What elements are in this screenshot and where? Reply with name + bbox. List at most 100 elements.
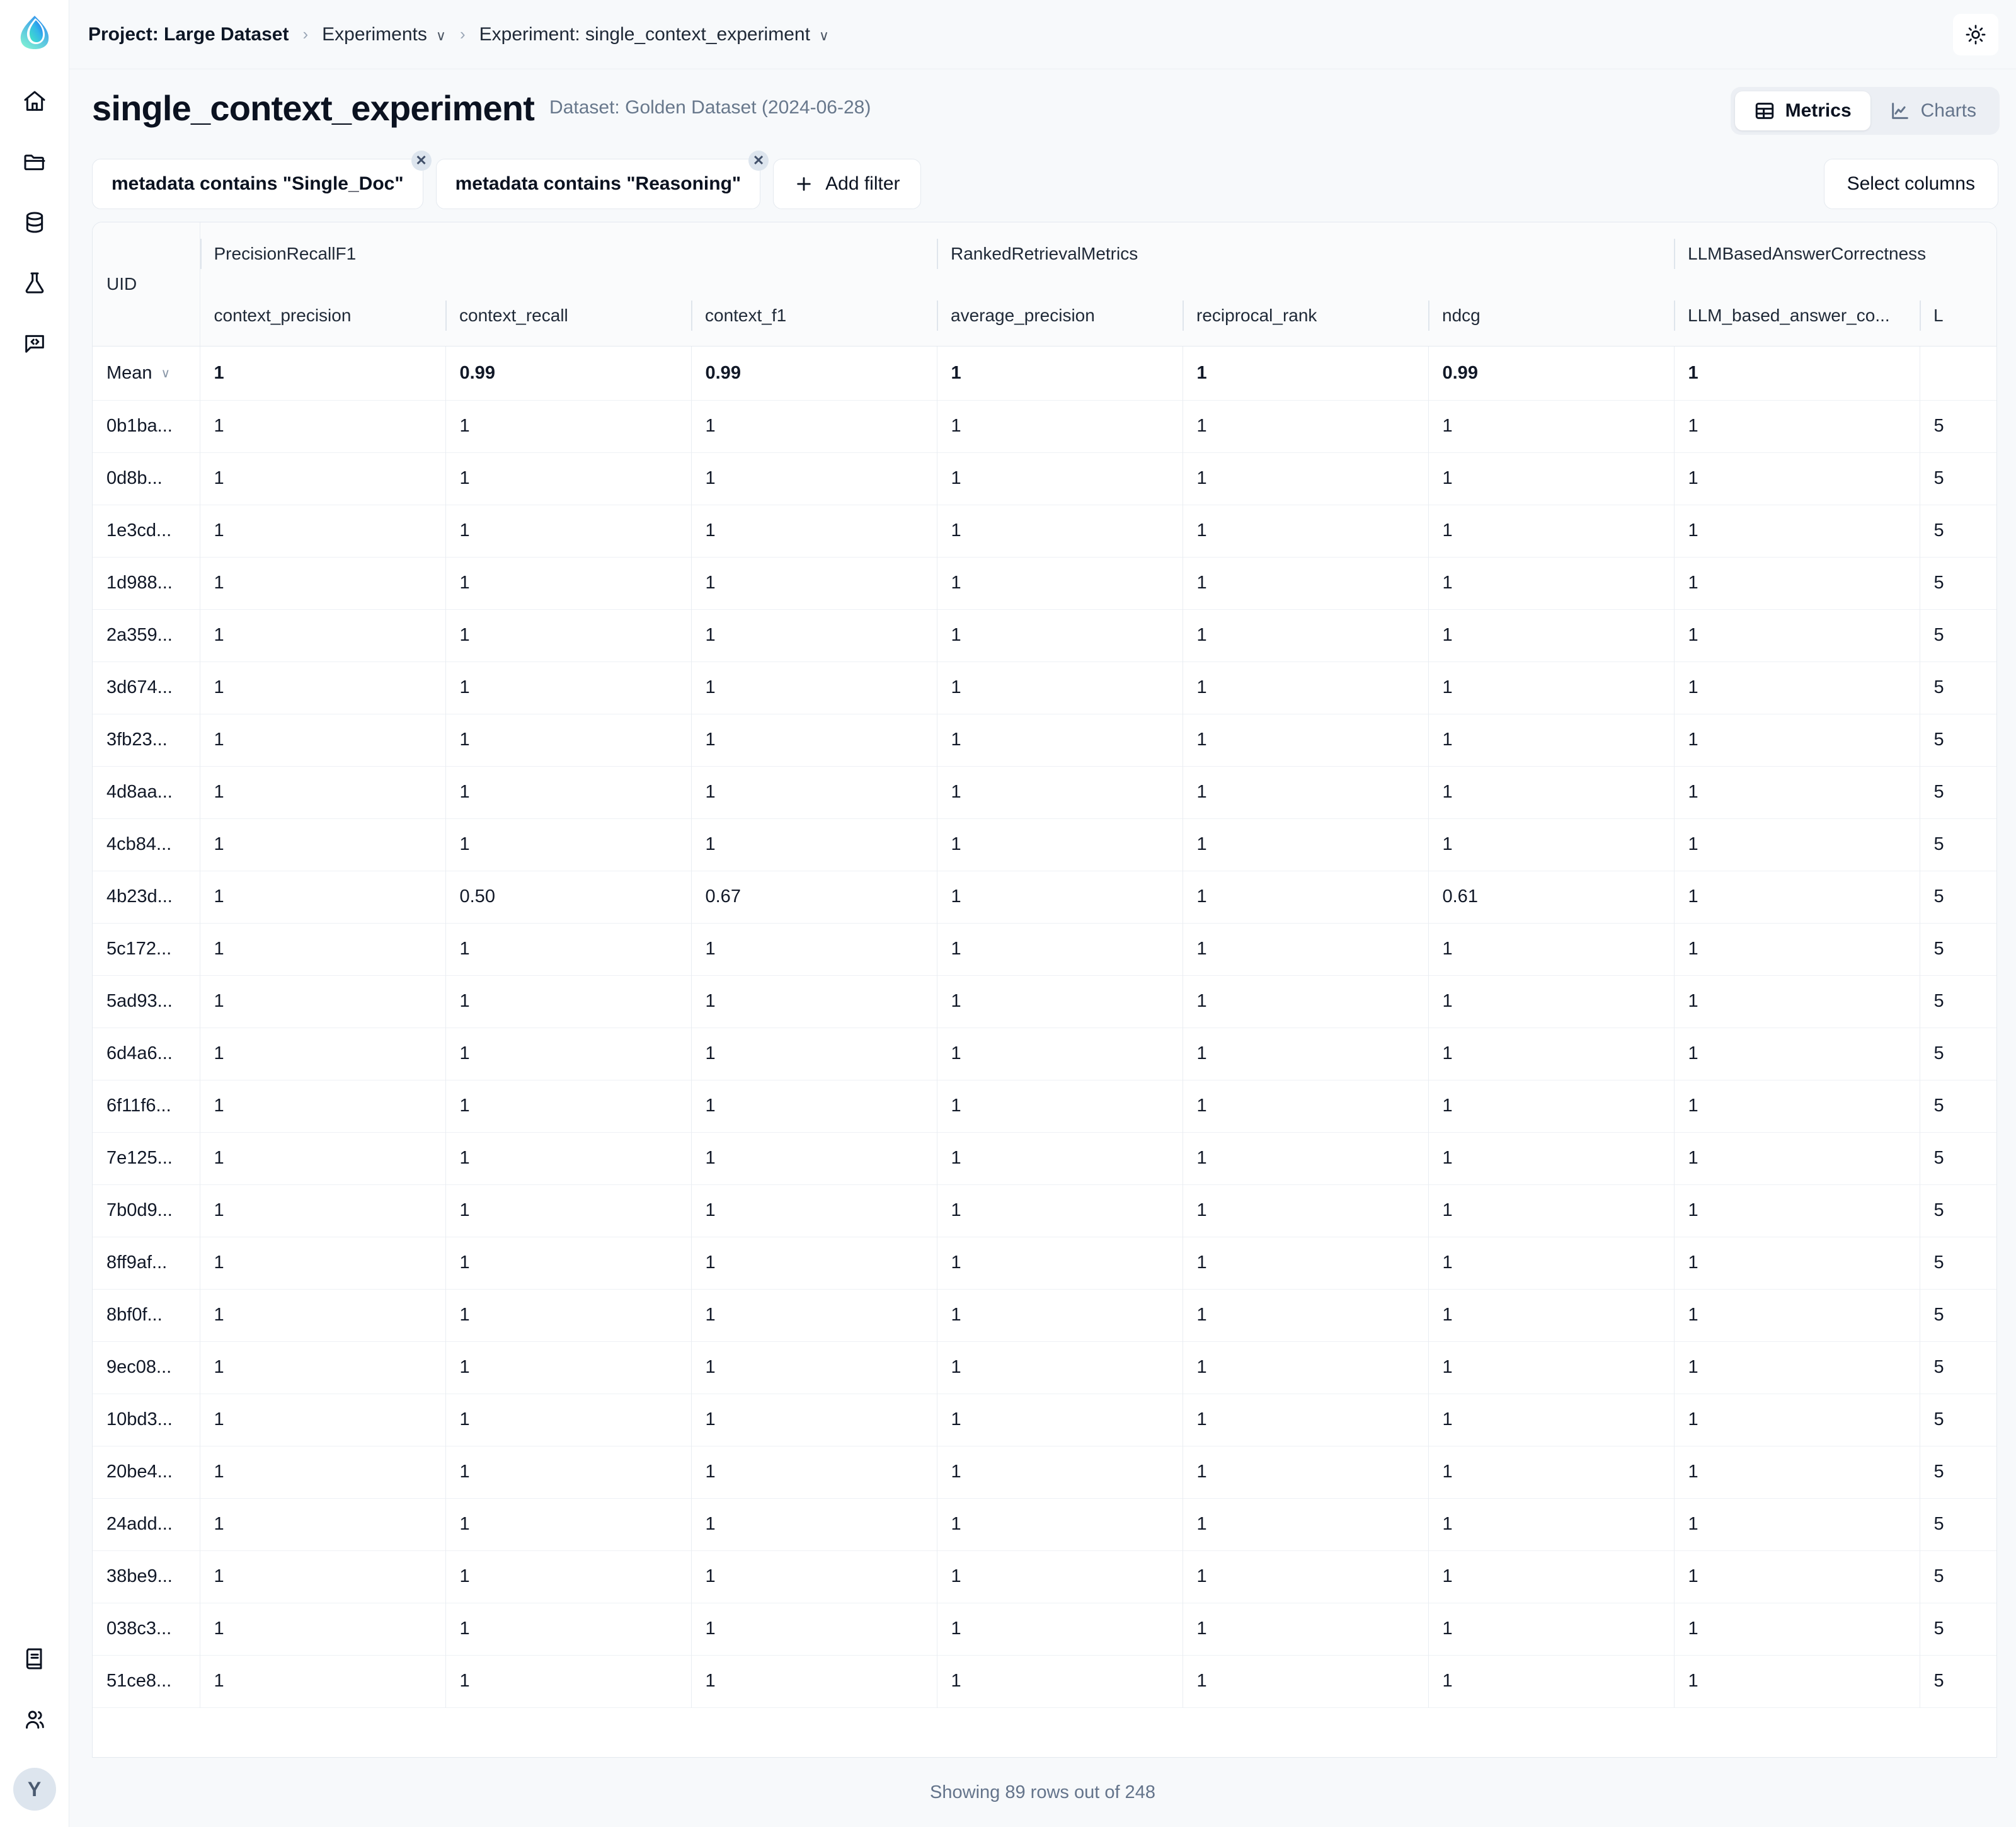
table-cell: 1	[1182, 923, 1428, 975]
table-row[interactable]: 9ec08... 1 1 1 1 1 1 1 5	[93, 1341, 1996, 1394]
sidebar-item-experiments[interactable]	[11, 260, 58, 306]
table-row[interactable]: 0b1ba... 1 1 1 1 1 1 1 5	[93, 400, 1996, 452]
table-row[interactable]: 2a359... 1 1 1 1 1 1 1 5	[93, 609, 1996, 662]
phoenix-logo-icon[interactable]	[11, 9, 58, 55]
table-row[interactable]: 51ce8... 1 1 1 1 1 1 1 5	[93, 1655, 1996, 1707]
sidebar-item-home[interactable]	[11, 78, 58, 125]
table-cell: 1	[1673, 871, 1920, 923]
table-cell-uid[interactable]: 6d4a6...	[93, 1028, 200, 1080]
table-row[interactable]: 6f11f6... 1 1 1 1 1 1 1 5	[93, 1080, 1996, 1132]
table-cell: 1	[690, 662, 937, 714]
metrics-table-container[interactable]: UID PrecisionRecallF1 RankedRetrievalMet…	[92, 222, 1997, 1758]
table-cell: 1	[445, 1550, 691, 1603]
breadcrumb-experiments[interactable]: Experiments ∨	[322, 24, 446, 45]
table-row[interactable]: 1e3cd... 1 1 1 1 1 1 1 5	[93, 505, 1996, 557]
table-row[interactable]: 5ad93... 1 1 1 1 1 1 1 5	[93, 975, 1996, 1028]
table-cell-uid[interactable]: 5c172...	[93, 923, 200, 975]
table-cell: 1	[1182, 1498, 1428, 1550]
column-header-uid[interactable]: UID	[93, 222, 200, 346]
close-circle-icon[interactable]: ✕	[748, 151, 769, 171]
tab-charts[interactable]: Charts	[1870, 91, 1995, 130]
table-cell-uid[interactable]: 24add...	[93, 1498, 200, 1550]
table-row[interactable]: 24add... 1 1 1 1 1 1 1 5	[93, 1498, 1996, 1550]
table-cell-uid[interactable]: 8bf0f...	[93, 1289, 200, 1341]
sidebar-item-people[interactable]	[11, 1696, 58, 1743]
filter-chip[interactable]: metadata contains "Reasoning" ✕	[435, 151, 769, 209]
close-circle-icon[interactable]: ✕	[411, 151, 432, 171]
table-cell: 1	[1673, 975, 1920, 1028]
table-row[interactable]: 7e125... 1 1 1 1 1 1 1 5	[93, 1132, 1996, 1184]
table-cell-uid[interactable]: 3d674...	[93, 662, 200, 714]
table-row[interactable]: 8bf0f... 1 1 1 1 1 1 1 5	[93, 1289, 1996, 1341]
tab-metrics[interactable]: Metrics	[1734, 91, 1870, 130]
table-row[interactable]: 0d8b... 1 1 1 1 1 1 1 5	[93, 452, 1996, 505]
column-group-llmbasedanswercorrectness: LLMBasedAnswerCorrectness	[1674, 222, 1996, 285]
table-row[interactable]: 5c172... 1 1 1 1 1 1 1 5	[93, 923, 1996, 975]
table-cell-uid[interactable]: 4cb84...	[93, 818, 200, 871]
table-row[interactable]: 3d674... 1 1 1 1 1 1 1 5	[93, 662, 1996, 714]
column-header-context-precision[interactable]: context_precision	[200, 285, 445, 346]
table-row[interactable]: 4b23d... 1 0.50 0.67 1 1 0.61 1 5	[93, 871, 1996, 923]
table-cell: 0.99	[1428, 346, 1675, 400]
column-header-average-precision[interactable]: average_precision	[937, 285, 1183, 346]
table-row[interactable]: 1d988... 1 1 1 1 1 1 1 5	[93, 557, 1996, 609]
breadcrumb-project[interactable]: Project: Large Dataset	[88, 24, 289, 45]
sidebar-item-projects[interactable]	[11, 139, 58, 185]
column-header-context-f1[interactable]: context_f1	[691, 285, 937, 346]
table-row[interactable]: 3fb23... 1 1 1 1 1 1 1 5	[93, 714, 1996, 766]
table-cell-uid[interactable]: 1e3cd...	[93, 505, 200, 557]
sidebar-item-docs[interactable]	[11, 1635, 58, 1682]
table-cell-uid[interactable]: 0b1ba...	[93, 400, 200, 452]
table-cell-uid[interactable]: 0d8b...	[93, 452, 200, 505]
table-cell: 1	[1428, 975, 1675, 1028]
table-cell-uid[interactable]: 10bd3...	[93, 1394, 200, 1446]
sidebar-item-prompts[interactable]	[11, 320, 58, 367]
table-row[interactable]: 10bd3... 1 1 1 1 1 1 1 5	[93, 1394, 1996, 1446]
table-cell: 1	[1182, 1184, 1428, 1237]
table-cell-uid[interactable]: 4b23d...	[93, 871, 200, 923]
filter-chip[interactable]: metadata contains "Single_Doc" ✕	[92, 151, 432, 209]
select-columns-button[interactable]: Select columns	[1823, 159, 1998, 209]
table-row[interactable]: 6d4a6... 1 1 1 1 1 1 1 5	[93, 1028, 1996, 1080]
table-row-mean[interactable]: Mean ∨ 1 0.99 0.99 1 1 0.99 1	[93, 346, 1996, 400]
sidebar-item-datasets[interactable]	[11, 199, 58, 246]
table-cell-uid[interactable]: 1d988...	[93, 557, 200, 609]
table-cell-uid[interactable]: 9ec08...	[93, 1341, 200, 1394]
table-cell-uid[interactable]: 7b0d9...	[93, 1184, 200, 1237]
mean-row-label-cell[interactable]: Mean ∨	[93, 346, 200, 400]
table-cell-uid[interactable]: 2a359...	[93, 609, 200, 662]
table-cell-uid[interactable]: 4d8aa...	[93, 766, 200, 818]
column-header-reciprocal-rank[interactable]: reciprocal_rank	[1183, 285, 1428, 346]
table-cell-uid[interactable]: 3fb23...	[93, 714, 200, 766]
column-header-llm-truncated[interactable]: L	[1920, 285, 1996, 346]
table-row[interactable]: 038c3... 1 1 1 1 1 1 1 5	[93, 1603, 1996, 1655]
table-row[interactable]: 8ff9af... 1 1 1 1 1 1 1 5	[93, 1237, 1996, 1289]
table-cell-uid[interactable]: 5ad93...	[93, 975, 200, 1028]
table-cell-uid[interactable]: 7e125...	[93, 1132, 200, 1184]
table-cell-uid[interactable]: 38be9...	[93, 1550, 200, 1603]
column-header-ndcg[interactable]: ndcg	[1428, 285, 1675, 346]
table-cell: 5	[1919, 1446, 1996, 1498]
table-row[interactable]: 7b0d9... 1 1 1 1 1 1 1 5	[93, 1184, 1996, 1237]
table-row[interactable]: 4d8aa... 1 1 1 1 1 1 1 5	[93, 766, 1996, 818]
table-cell-uid[interactable]: 8ff9af...	[93, 1237, 200, 1289]
theme-toggle-button[interactable]	[1953, 14, 1998, 55]
breadcrumb-experiment[interactable]: Experiment: single_context_experiment ∨	[479, 24, 829, 45]
table-row[interactable]: 20be4... 1 1 1 1 1 1 1 5	[93, 1446, 1996, 1498]
table-cell: 1	[214, 677, 224, 697]
table-row[interactable]: 38be9... 1 1 1 1 1 1 1 5	[93, 1550, 1996, 1603]
mean-aggregation-selector[interactable]: Mean ∨	[106, 363, 170, 384]
table-cell: 1	[445, 1446, 691, 1498]
table-cell-uid[interactable]: 20be4...	[93, 1446, 200, 1498]
table-cell-uid[interactable]: 51ce8...	[93, 1655, 200, 1707]
table-row[interactable]: 4cb84... 1 1 1 1 1 1 1 5	[93, 818, 1996, 871]
column-header-llm-based-answer-correctness[interactable]: LLM_based_answer_co...	[1674, 285, 1920, 346]
tab-charts-label: Charts	[1920, 100, 1976, 121]
table-cell: 1	[690, 1289, 937, 1341]
avatar[interactable]: Y	[13, 1768, 56, 1811]
table-cell-uid[interactable]: 038c3...	[93, 1603, 200, 1655]
table-cell-uid[interactable]: 6f11f6...	[93, 1080, 200, 1132]
column-header-context-recall[interactable]: context_recall	[445, 285, 691, 346]
table-cell: 1	[690, 818, 937, 871]
add-filter-button[interactable]: Add filter	[773, 159, 921, 209]
